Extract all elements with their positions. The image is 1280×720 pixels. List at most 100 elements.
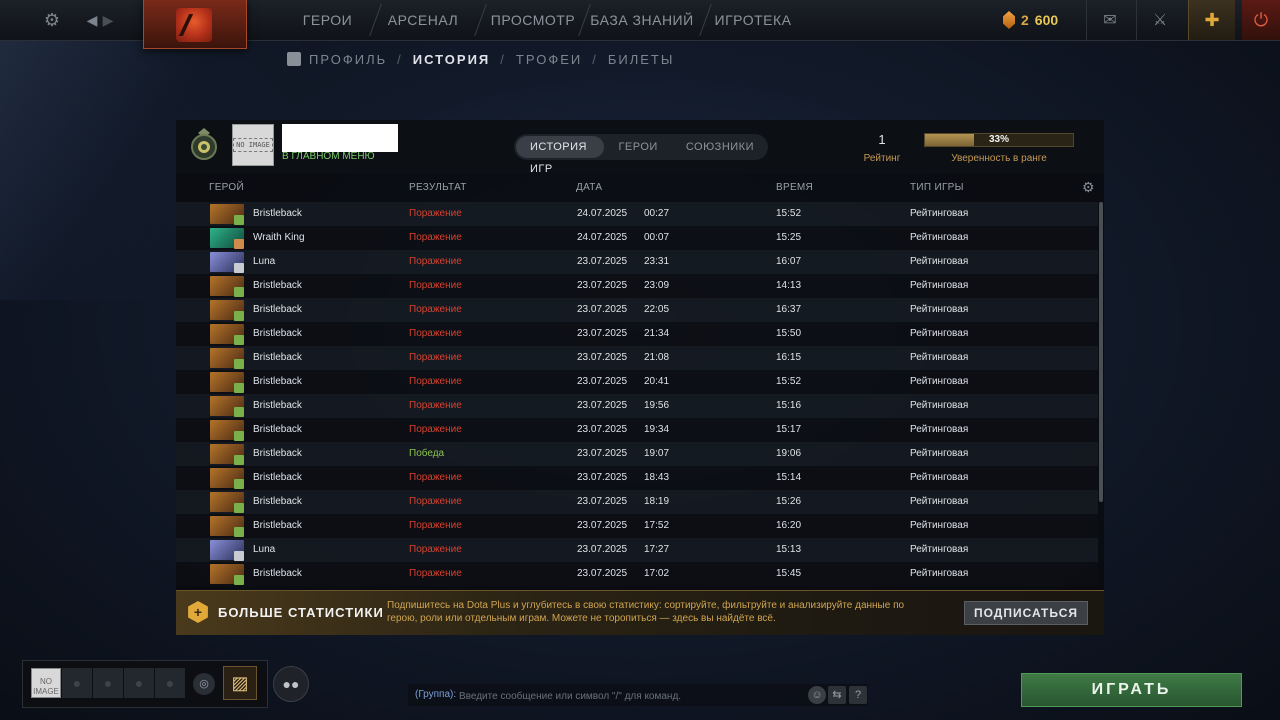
hero-name: Bristleback	[253, 280, 302, 291]
column-header-result[interactable]: РЕЗУЛЬТАТ	[409, 182, 467, 193]
rank-confidence-bar: 33%	[924, 133, 1074, 147]
forward-arrow-icon[interactable]: ▶	[96, 8, 120, 32]
table-row[interactable]: Bristleback Поражение 23.07.2025 18:19 15:26…	[176, 490, 1098, 514]
match-date: 23.07.2025	[577, 496, 628, 507]
nav-arcade[interactable]: ИГРОТЕКА	[712, 0, 794, 40]
match-duration: 15:45	[776, 568, 802, 579]
chat-wheel-icon[interactable]: ⇆	[828, 686, 846, 704]
tab-heroes[interactable]: ГЕРОИ	[604, 136, 671, 158]
column-header-game-type[interactable]: ТИП ИГРЫ	[910, 182, 964, 193]
match-history-panel: NO IMAGE В ГЛАВНОМ МЕНЮ ИСТОРИЯ ИГР ГЕРО…	[176, 120, 1104, 635]
match-result: Поражение	[409, 520, 462, 531]
table-row[interactable]: Bristleback Поражение 23.07.2025 21:08 16:15…	[176, 346, 1098, 370]
shard-gem-icon	[1003, 11, 1015, 29]
subnav-tickets[interactable]: БИЛЕТЫ	[608, 52, 675, 67]
table-row[interactable]: Bristleback Поражение 23.07.2025 18:43 15:14…	[176, 466, 1098, 490]
hero-name: Bristleback	[253, 208, 302, 219]
party-slot-empty[interactable]: ●	[93, 668, 123, 698]
table-row[interactable]: Bristleback Поражение 24.07.2025 00:27 15:52…	[176, 202, 1098, 226]
game-type: Рейтинговая	[910, 424, 969, 435]
chat-channel[interactable]: (Группа):	[415, 684, 456, 706]
table-row[interactable]: Luna Поражение 23.07.2025 23:31 16:07 Рейтинг…	[176, 250, 1098, 274]
match-result: Поражение	[409, 208, 462, 219]
column-header-duration[interactable]: ВРЕМЯ	[776, 182, 813, 193]
column-header-hero[interactable]: ГЕРОЙ	[209, 182, 244, 193]
party-slot-self[interactable]: NO IMAGE	[31, 668, 61, 698]
role-badge-icon	[234, 455, 244, 465]
table-row[interactable]: Wraith King Поражение 24.07.2025 00:07 15:25…	[176, 226, 1098, 250]
table-row[interactable]: Bristleback Поражение 23.07.2025 17:52 16:20…	[176, 514, 1098, 538]
nav-heroes[interactable]: ГЕРОИ	[280, 0, 375, 40]
settings-gear-icon[interactable]: ⚙	[1082, 180, 1096, 194]
match-result: Поражение	[409, 472, 462, 483]
role-badge-icon	[234, 383, 244, 393]
avatar[interactable]: NO IMAGE	[232, 124, 274, 166]
armory-icon[interactable]: ⚔	[1148, 8, 1172, 32]
match-date: 23.07.2025	[577, 520, 628, 531]
subscribe-button[interactable]: ПОДПИСАТЬСЯ	[964, 601, 1088, 625]
game-type: Рейтинговая	[910, 304, 969, 315]
gear-icon[interactable]: ⚙	[40, 8, 64, 32]
match-date: 24.07.2025	[577, 208, 628, 219]
currency-value: 600	[1034, 12, 1059, 28]
column-header-date[interactable]: ДАТА	[576, 182, 602, 193]
find-party-icon[interactable]: ●●	[273, 666, 309, 702]
hero-name: Bristleback	[253, 448, 302, 459]
nav-watch[interactable]: ПРОСМОТР	[487, 0, 579, 40]
mail-icon[interactable]: ✉	[1098, 8, 1122, 32]
nav-knowledge-base[interactable]: БАЗА ЗНАНИЙ	[589, 0, 695, 40]
match-time: 21:08	[644, 352, 670, 363]
game-type: Рейтинговая	[910, 256, 969, 267]
table-row[interactable]: Bristleback Поражение 23.07.2025 22:05 16:37…	[176, 298, 1098, 322]
dota-plus-button[interactable]: ✚	[1188, 0, 1235, 40]
table-row[interactable]: Bristleback Поражение 23.07.2025 23:09 14:13…	[176, 274, 1098, 298]
table-row[interactable]: Luna Поражение 23.07.2025 17:27 15:13 Рейтинг…	[176, 538, 1098, 562]
table-row[interactable]: Bristleback Поражение 23.07.2025 17:02 15:45…	[176, 562, 1098, 586]
subnav-profile[interactable]: ПРОФИЛЬ	[309, 52, 387, 67]
match-time: 00:07	[644, 232, 670, 243]
subnav-history[interactable]: ИСТОРИЯ	[413, 52, 491, 67]
tab-match-history[interactable]: ИСТОРИЯ ИГР	[516, 136, 605, 175]
hero-name: Wraith King	[253, 232, 305, 243]
party-slot-empty[interactable]: ●	[62, 668, 92, 698]
party-slot-empty[interactable]: ●	[155, 668, 185, 698]
voice-chat-icon[interactable]: ◎	[193, 673, 215, 695]
match-date: 23.07.2025	[577, 376, 628, 387]
role-badge-icon	[234, 479, 244, 489]
dota-logo-button[interactable]	[143, 0, 247, 49]
match-time: 23:31	[644, 256, 670, 267]
hero-name: Bristleback	[253, 568, 302, 579]
party-slot-empty[interactable]: ●	[124, 668, 154, 698]
table-row[interactable]: Bristleback Поражение 23.07.2025 19:56 15:16…	[176, 394, 1098, 418]
role-badge-icon	[234, 407, 244, 417]
table-row[interactable]: Bristleback Поражение 23.07.2025 19:34 15:17…	[176, 418, 1098, 442]
role-badge-icon	[234, 287, 244, 297]
match-date: 23.07.2025	[577, 400, 628, 411]
table-row[interactable]: Bristleback Победа 23.07.2025 19:07 19:06 Рей…	[176, 442, 1098, 466]
subnav-trophies[interactable]: ТРОФЕИ	[516, 52, 582, 67]
help-icon[interactable]: ?	[849, 686, 867, 704]
match-date: 23.07.2025	[577, 472, 628, 483]
currency-display[interactable]: 2 600	[1003, 8, 1058, 32]
role-badge-icon	[234, 239, 244, 249]
profile-icon	[287, 52, 301, 66]
ranked-queue-icon[interactable]: ▨	[223, 666, 257, 700]
match-duration: 15:25	[776, 232, 802, 243]
table-row[interactable]: Bristleback Поражение 23.07.2025 20:41 15:52…	[176, 370, 1098, 394]
match-time: 21:34	[644, 328, 670, 339]
power-button[interactable]: ⏻	[1242, 0, 1280, 40]
match-list-scrollbar[interactable]	[1099, 202, 1103, 502]
chat-bar: (Группа): ☺ ⇆ ?	[408, 684, 868, 706]
play-button[interactable]: ИГРАТЬ	[1021, 673, 1242, 707]
chat-input[interactable]	[457, 686, 811, 706]
match-time: 17:27	[644, 544, 670, 555]
match-time: 23:09	[644, 280, 670, 291]
table-row[interactable]: Bristleback Поражение 23.07.2025 21:34 15:50…	[176, 322, 1098, 346]
emoticon-icon[interactable]: ☺	[808, 686, 826, 704]
tab-allies[interactable]: СОЮЗНИКИ	[672, 136, 768, 158]
hero-name: Bristleback	[253, 304, 302, 315]
match-time: 20:41	[644, 376, 670, 387]
divider	[1086, 0, 1087, 40]
match-result: Поражение	[409, 400, 462, 411]
nav-arsenal[interactable]: АРСЕНАЛ	[380, 0, 466, 40]
